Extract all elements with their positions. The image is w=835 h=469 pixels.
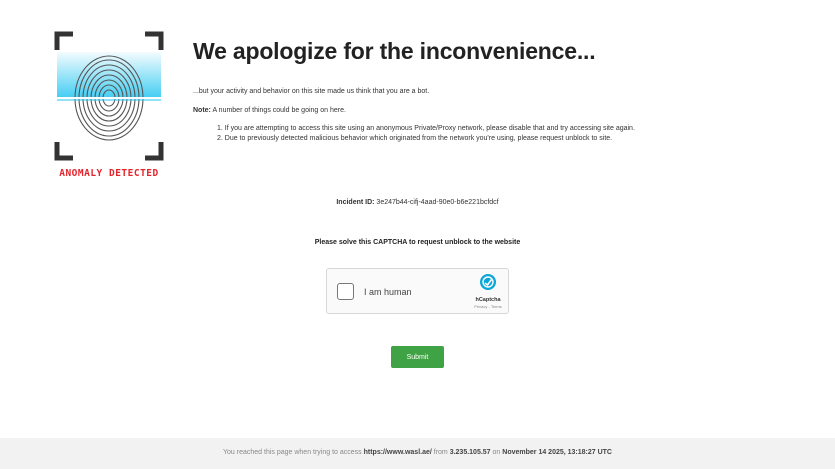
footer-datetime: November 14 2025, 13:18:27 UTC (502, 449, 612, 456)
anomaly-logo: ANOMALY DETECTED (53, 30, 165, 185)
note-text: Note: A number of things could be going … (193, 107, 803, 114)
fingerprint-scan-icon (54, 31, 164, 161)
footer: You reached this page when trying to acc… (0, 438, 835, 469)
incident-id: Incident ID: 3e247b44-cifj-4aad-90e0-b6e… (0, 199, 835, 206)
footer-ip: 3.235.105.57 (449, 449, 491, 456)
incident-value: 3e247b44-cifj-4aad-90e0-b6e221bcfdcf (374, 199, 499, 206)
captcha-title: Please solve this CAPTCHA to request unb… (314, 239, 521, 246)
footer-from: from (431, 449, 450, 456)
reasons-list: 1. If you are attempting to access this … (193, 124, 803, 144)
intro-text: ...but your activity and behavior on thi… (193, 88, 430, 95)
main-content: We apologize for the inconvenience... ..… (193, 38, 803, 144)
hcaptcha-links[interactable]: Privacy - Terms (467, 304, 509, 309)
footer-url: https://www.wasl.ae/ (363, 449, 432, 456)
note-label: Note: (193, 107, 211, 114)
hcaptcha-brand: hCaptcha (475, 297, 501, 303)
footer-on: on (490, 449, 503, 456)
hcaptcha-icon (480, 274, 496, 290)
note-body: A number of things could be going on her… (210, 107, 346, 114)
human-checkbox[interactable] (337, 283, 354, 300)
hcaptcha-widget: I am human hCaptcha Privacy - Terms (326, 268, 509, 314)
incident-label: Incident ID: (336, 199, 375, 206)
list-item: 2. Due to previously detected malicious … (217, 135, 613, 142)
hcaptcha-logo: hCaptcha Privacy - Terms (467, 273, 509, 309)
list-item: 1. If you are attempting to access this … (217, 125, 635, 132)
page-title: We apologize for the inconvenience... (193, 38, 596, 64)
submit-button[interactable]: Submit (391, 346, 444, 368)
footer-prefix: You reached this page when trying to acc… (223, 449, 364, 456)
checkbox-label: I am human (364, 287, 412, 297)
anomaly-detected-label: ANOMALY DETECTED (59, 168, 159, 179)
